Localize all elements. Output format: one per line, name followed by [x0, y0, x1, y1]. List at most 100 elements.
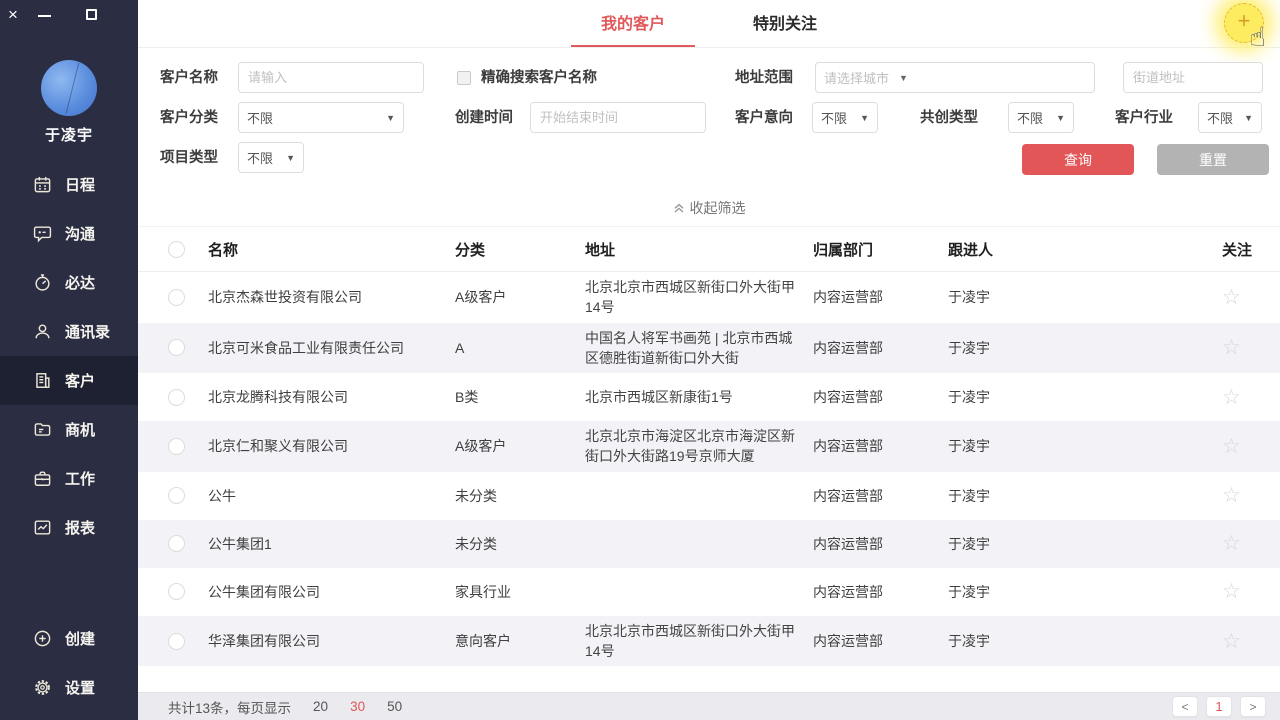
star-icon[interactable]: ☆ — [1222, 285, 1280, 310]
maximize-icon[interactable] — [86, 9, 97, 20]
close-icon[interactable]: × — [8, 6, 18, 24]
customer-industry-label: 客户行业 — [1115, 102, 1173, 134]
star-icon[interactable]: ☆ — [1222, 579, 1280, 604]
table-row[interactable]: 北京龙腾科技有限公司 B类 北京市西城区新康街1号 内容运营部 于凌宇 ☆ — [138, 373, 1280, 421]
sidebar-menu: 日程 沟通 必达 通讯录 — [0, 160, 138, 552]
sidebar-item-label: 报表 — [65, 517, 95, 538]
total-count-label: 共计13条，每页显示 — [168, 697, 291, 717]
customer-name: 北京可米食品工业有限责任公司 — [208, 338, 455, 358]
chevron-up-double-icon — [673, 202, 685, 214]
star-icon[interactable]: ☆ — [1222, 531, 1280, 556]
sidebar-item-bida[interactable]: 必达 — [0, 258, 138, 307]
customer-name-input[interactable] — [238, 62, 424, 93]
star-icon[interactable]: ☆ — [1222, 385, 1280, 410]
table-row[interactable]: 北京可米食品工业有限责任公司 A 中国名人将军书画苑 | 北京市西城区德胜街道新… — [138, 323, 1280, 374]
page-size-50[interactable]: 50 — [387, 699, 402, 714]
prev-page-button[interactable]: < — [1172, 696, 1198, 717]
query-button[interactable]: 查询 — [1022, 144, 1134, 175]
sidebar-item-create[interactable]: 创建 — [0, 614, 138, 663]
page-size-30[interactable]: 30 — [350, 699, 365, 714]
customer-department: 内容运营部 — [813, 631, 948, 651]
table-row[interactable]: 公牛集团有限公司 家具行业 内容运营部 于凌宇 ☆ — [138, 568, 1280, 616]
folder-icon — [33, 420, 52, 439]
collapse-filters-label: 收起筛选 — [690, 198, 746, 218]
sidebar-item-label: 工作 — [65, 468, 95, 489]
chevron-down-icon: ▼ — [895, 73, 908, 83]
col-address: 地址 — [585, 239, 813, 260]
tab-bar: 我的客户 特别关注 + ☝ — [138, 0, 1280, 48]
sidebar-item-label: 必达 — [65, 272, 95, 293]
calendar-icon — [33, 175, 52, 194]
row-checkbox[interactable] — [168, 289, 185, 306]
col-follow: 关注 — [1222, 239, 1280, 260]
star-icon[interactable]: ☆ — [1222, 483, 1280, 508]
customer-department: 内容运营部 — [813, 338, 948, 358]
city-select[interactable]: 请选择城市 ▼ — [815, 62, 1095, 93]
minimize-icon[interactable] — [38, 15, 51, 17]
table-row[interactable]: 北京仁和聚义有限公司 A级客户 北京北京市海淀区北京市海淀区新街口外大街路19号… — [138, 421, 1280, 472]
customer-follower: 于凌宇 — [948, 582, 1222, 602]
tab-my-customers[interactable]: 我的客户 — [571, 10, 695, 47]
table-header: 名称 分类 地址 归属部门 跟进人 关注 — [138, 226, 1280, 272]
customer-name: 公牛集团1 — [208, 534, 455, 554]
row-checkbox[interactable] — [168, 535, 185, 552]
sidebar-item-settings[interactable]: 设置 — [0, 663, 138, 712]
customer-address: 北京北京市西城区新街口外大街甲14号 — [585, 621, 813, 662]
contacts-icon — [33, 322, 52, 341]
sidebar-item-reports[interactable]: 报表 — [0, 503, 138, 552]
row-checkbox[interactable] — [168, 583, 185, 600]
reset-button[interactable]: 重置 — [1157, 144, 1269, 175]
sidebar: × 于凌宇 日程 沟通 必达 — [0, 0, 138, 720]
table-row[interactable]: 华泽集团有限公司 意向客户 北京北京市西城区新街口外大街甲14号 内容运营部 于… — [138, 616, 1280, 667]
customer-category: B类 — [455, 387, 585, 407]
co-creation-type-select[interactable]: 不限 ▼ — [1008, 102, 1074, 133]
exact-search-checkbox[interactable] — [457, 71, 471, 85]
select-all-checkbox[interactable] — [168, 241, 185, 258]
customer-address: 北京北京市西城区新街口外大街甲14号 — [585, 277, 813, 318]
chevron-down-icon: ▼ — [856, 113, 869, 123]
main-content: 我的客户 特别关注 + ☝ 客户名称 精确搜索客户名称 地址范围 请选择城市 ▼… — [138, 0, 1280, 720]
chevron-down-icon: ▼ — [1052, 113, 1065, 123]
row-checkbox[interactable] — [168, 339, 185, 356]
star-icon[interactable]: ☆ — [1222, 434, 1280, 459]
sidebar-item-schedule[interactable]: 日程 — [0, 160, 138, 209]
row-checkbox[interactable] — [168, 633, 185, 650]
table-row[interactable]: 公牛 未分类 内容运营部 于凌宇 ☆ — [138, 472, 1280, 520]
chevron-down-icon: ▼ — [282, 153, 295, 163]
customer-name: 北京仁和聚义有限公司 — [208, 436, 455, 456]
sidebar-item-label: 设置 — [65, 677, 95, 698]
user-name: 于凌宇 — [0, 124, 138, 145]
current-page-button[interactable]: 1 — [1206, 696, 1232, 717]
customer-category-select[interactable]: 不限 ▼ — [238, 102, 404, 133]
sidebar-item-work[interactable]: 工作 — [0, 454, 138, 503]
customer-industry-select[interactable]: 不限 ▼ — [1198, 102, 1262, 133]
sidebar-item-contacts[interactable]: 通讯录 — [0, 307, 138, 356]
address-range-label: 地址范围 — [735, 62, 793, 94]
table-row[interactable]: 北京杰森世投资有限公司 A级客户 北京北京市西城区新街口外大街甲14号 内容运营… — [138, 272, 1280, 323]
customer-department: 内容运营部 — [813, 534, 948, 554]
sidebar-item-label: 创建 — [65, 628, 95, 649]
gear-icon — [33, 678, 52, 697]
col-category: 分类 — [455, 239, 585, 260]
row-checkbox[interactable] — [168, 438, 185, 455]
building-icon — [33, 371, 52, 390]
page-size-20[interactable]: 20 — [313, 699, 328, 714]
customer-intention-select[interactable]: 不限 ▼ — [812, 102, 878, 133]
street-address-input[interactable] — [1123, 62, 1263, 93]
tab-special-focus[interactable]: 特别关注 — [723, 10, 847, 47]
row-checkbox[interactable] — [168, 389, 185, 406]
star-icon[interactable]: ☆ — [1222, 335, 1280, 360]
row-checkbox[interactable] — [168, 487, 185, 504]
sidebar-item-customers[interactable]: 客户 — [0, 356, 138, 405]
created-time-input[interactable] — [530, 102, 706, 133]
next-page-button[interactable]: > — [1240, 696, 1266, 717]
customer-intention-label: 客户意向 — [735, 102, 793, 134]
avatar[interactable] — [41, 60, 97, 116]
star-icon[interactable]: ☆ — [1222, 629, 1280, 654]
sidebar-item-opportunities[interactable]: 商机 — [0, 405, 138, 454]
sidebar-item-communication[interactable]: 沟通 — [0, 209, 138, 258]
project-type-select[interactable]: 不限 ▼ — [238, 142, 304, 173]
customer-table: 名称 分类 地址 归属部门 跟进人 关注 北京杰森世投资有限公司 A级客户 北京… — [138, 226, 1280, 666]
table-row[interactable]: 公牛集团1 未分类 内容运营部 于凌宇 ☆ — [138, 520, 1280, 568]
collapse-filters-toggle[interactable]: 收起筛选 — [138, 190, 1280, 226]
